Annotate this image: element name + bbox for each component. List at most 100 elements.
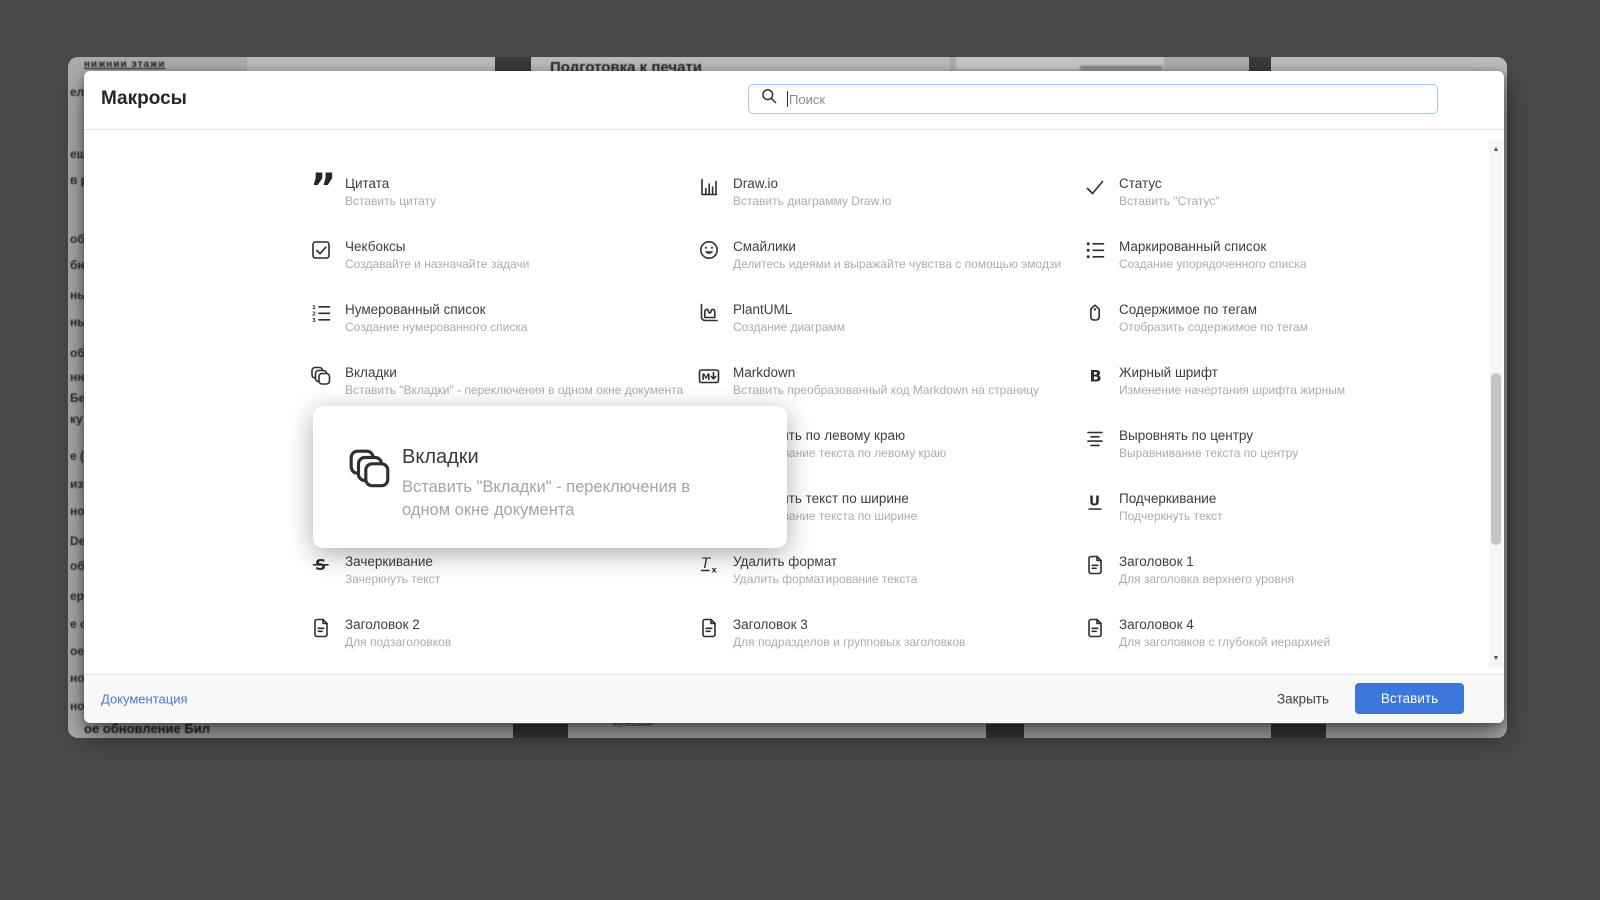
macro-title: Содержимое по тегам [1119,302,1257,317]
search-placeholder: Поиск [789,91,826,107]
macro-tooltip: Вкладки Вставить "Вкладки" - переключени… [313,406,787,548]
bg-text-fragment: но [70,504,85,518]
macro-desc: Создание упорядоченного списка [1119,257,1307,271]
macro-item-remove-format[interactable]: Tx Удалить формат Удалить форматирование… [698,554,1084,617]
remove-format-icon: Tx [698,554,724,578]
macro-desc: Выравнивание текста по центру [1119,446,1299,460]
macro-desc: Вставить "Статус" [1119,194,1220,208]
macro-title: Draw.io [733,176,779,191]
macro-title: Цитата [345,176,390,191]
macro-title: Вкладки [345,365,397,380]
macro-item-align-center[interactable]: Выровнять по центру Выравнивание текста … [1084,428,1488,491]
svg-text:3: 3 [312,318,316,324]
macros-dialog: Макросы Поиск ” Цитата Вставить цитату D [84,71,1504,723]
bg-text-fragment: об [70,232,85,246]
diagram-icon [698,302,724,326]
insert-button[interactable]: Вставить [1355,683,1464,714]
scroll-up-arrow[interactable]: ▲ [1489,146,1503,153]
macro-item-content-by-tags[interactable]: Содержимое по тегам Отобразить содержимо… [1084,302,1488,365]
markdown-icon: M [698,365,724,389]
macro-desc: Для заголовков с глубокой иерархией [1119,635,1331,649]
bg-text-fragment: нь [70,288,85,302]
svg-text:1: 1 [312,305,316,311]
macro-title: Заголовок 1 [1119,554,1194,569]
macro-item-checkboxes[interactable]: Чекбоксы Создавайте и назначайте задачи [310,239,698,302]
macro-title: Статус [1119,176,1162,191]
document-icon [1084,617,1110,641]
tabs-icon [310,365,336,389]
macro-item-bold[interactable]: B Жирный шрифт Изменение начертания шриф… [1084,365,1488,428]
tag-icon [1084,302,1110,326]
macro-item-heading4[interactable]: Заголовок 4 Для заголовков с глубокой ие… [1084,617,1488,680]
macro-item-numbered-list[interactable]: 123 Нумерованный список Создание нумеров… [310,302,698,365]
svg-text:2: 2 [312,311,316,317]
macro-item-heading1[interactable]: Заголовок 1 Для заголовка верхнего уровн… [1084,554,1488,617]
macro-title: Markdown [733,365,796,380]
bg-text-fragment: е ( [70,449,85,463]
search-input[interactable]: Поиск [748,84,1438,114]
numbered-list-icon: 123 [310,302,336,326]
scrollbar-thumb[interactable] [1491,373,1501,545]
macro-desc: Вставить цитату [345,194,437,208]
screen: нижнии этажи Подготовка к печати ели ещ … [0,0,1600,900]
macro-desc: Вставить преобразованный код Markdown на… [733,383,1040,397]
bold-icon: B [1084,365,1110,389]
macro-item-emoji[interactable]: Смайлики Делитесь идеями и выражайте чув… [698,239,1084,302]
macro-title: Заголовок 3 [733,617,808,632]
macro-desc: Для подзаголовков [345,635,452,649]
svg-text:U: U [1089,494,1100,510]
macro-title: Удалить формат [733,554,838,569]
macro-desc: Зачеркнуть текст [345,572,441,586]
bg-text-fragment: об [70,559,85,573]
document-icon [698,617,724,641]
bg-text-fragment: ое обновление Бил [84,721,210,736]
checkbox-icon [310,239,336,263]
macro-item-bulleted-list[interactable]: Маркированный список Создание упорядочен… [1084,239,1488,302]
svg-text:T: T [702,556,712,572]
dialog-footer: Документация Закрыть Вставить [84,674,1504,723]
document-icon [310,617,336,641]
bg-dark-block [513,724,568,738]
macro-item-heading3[interactable]: Заголовок 3 Для подразделов и групповых … [698,617,1084,680]
dialog-title: Макросы [101,88,187,109]
bg-text-fragment: ое [70,644,85,658]
bg-text-fragment: ер [70,589,85,603]
macro-desc: Создавайте и назначайте задачи [345,257,530,271]
macro-item-status[interactable]: Статус Вставить "Статус" [1084,176,1488,239]
documentation-link[interactable]: Документация [101,692,188,707]
align-center-icon [1084,428,1110,452]
checkmark-icon [1084,176,1110,200]
macro-title: Маркированный список [1119,239,1267,254]
macro-title: Смайлики [733,239,796,254]
close-button[interactable]: Закрыть [1277,692,1329,707]
macro-title: Зачеркивание [345,554,433,569]
macro-desc: Для заголовка верхнего уровня [1119,572,1294,586]
macro-item-underline[interactable]: U Подчеркивание Подчеркнуть текст [1084,491,1488,554]
scroll-down-arrow[interactable]: ▼ [1489,655,1503,662]
macro-desc: Вставить "Вкладки" - переключения в одно… [345,383,684,397]
macro-item-strikethrough[interactable]: S Зачеркивание Зачеркнуть текст [310,554,698,617]
macro-item-drawio[interactable]: Draw.io Вставить диаграмму Draw.io [698,176,1084,239]
bg-dark-block [986,724,1024,738]
macro-item-quote[interactable]: ” Цитата Вставить цитату [310,169,698,239]
bg-text-fragment: нижнии этажи [84,59,166,70]
svg-text:x: x [712,566,718,575]
bg-text-fragment: ку [70,412,83,426]
dialog-header: Макросы Поиск [84,71,1504,130]
macro-item-plantuml[interactable]: PlantUML Создание диаграмм [698,302,1084,365]
underline-icon: U [1084,491,1110,515]
macro-title: Заголовок 2 [345,617,420,632]
tooltip-description: Вставить "Вкладки" - переключения в одно… [402,478,691,519]
macro-desc: Делитесь идеями и выражайте чувства с по… [733,257,1062,271]
bg-text-fragment: но [70,699,85,713]
macro-item-heading2[interactable]: Заголовок 2 Для подзаголовков [310,617,698,680]
svg-text:B: B [1090,367,1102,386]
search-icon [760,87,778,111]
bulleted-list-icon [1084,239,1110,263]
macro-title: Подчеркивание [1119,491,1217,506]
scrollbar[interactable]: ▲ ▼ [1489,140,1503,668]
macro-desc: Создание нумерованного списка [345,320,528,334]
tooltip-title: Вкладки [402,446,479,468]
bg-dark-block [1271,724,1326,738]
macro-desc: Изменение начертания шрифта жирным [1119,383,1346,397]
